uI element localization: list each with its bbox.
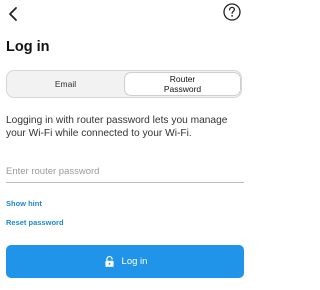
login-button[interactable]: Log in (6, 245, 244, 278)
back-button[interactable] (4, 4, 24, 24)
login-button-label: Log in (121, 255, 148, 267)
page-title: Log in (6, 39, 50, 55)
router-password-input[interactable] (6, 160, 244, 183)
reset-password-link[interactable]: Reset password (6, 218, 64, 228)
login-method-toggle: Email Router Password (6, 70, 242, 98)
lock-icon (104, 255, 114, 267)
show-hint-link[interactable]: Show hint (6, 199, 42, 209)
login-description: Logging in with router password lets you… (6, 115, 228, 139)
question-circle-icon (223, 3, 241, 21)
tab-router-password[interactable]: Router Password (124, 72, 241, 96)
tab-email[interactable]: Email (7, 71, 124, 97)
chevron-left-icon (9, 7, 17, 21)
help-button[interactable] (222, 2, 242, 22)
